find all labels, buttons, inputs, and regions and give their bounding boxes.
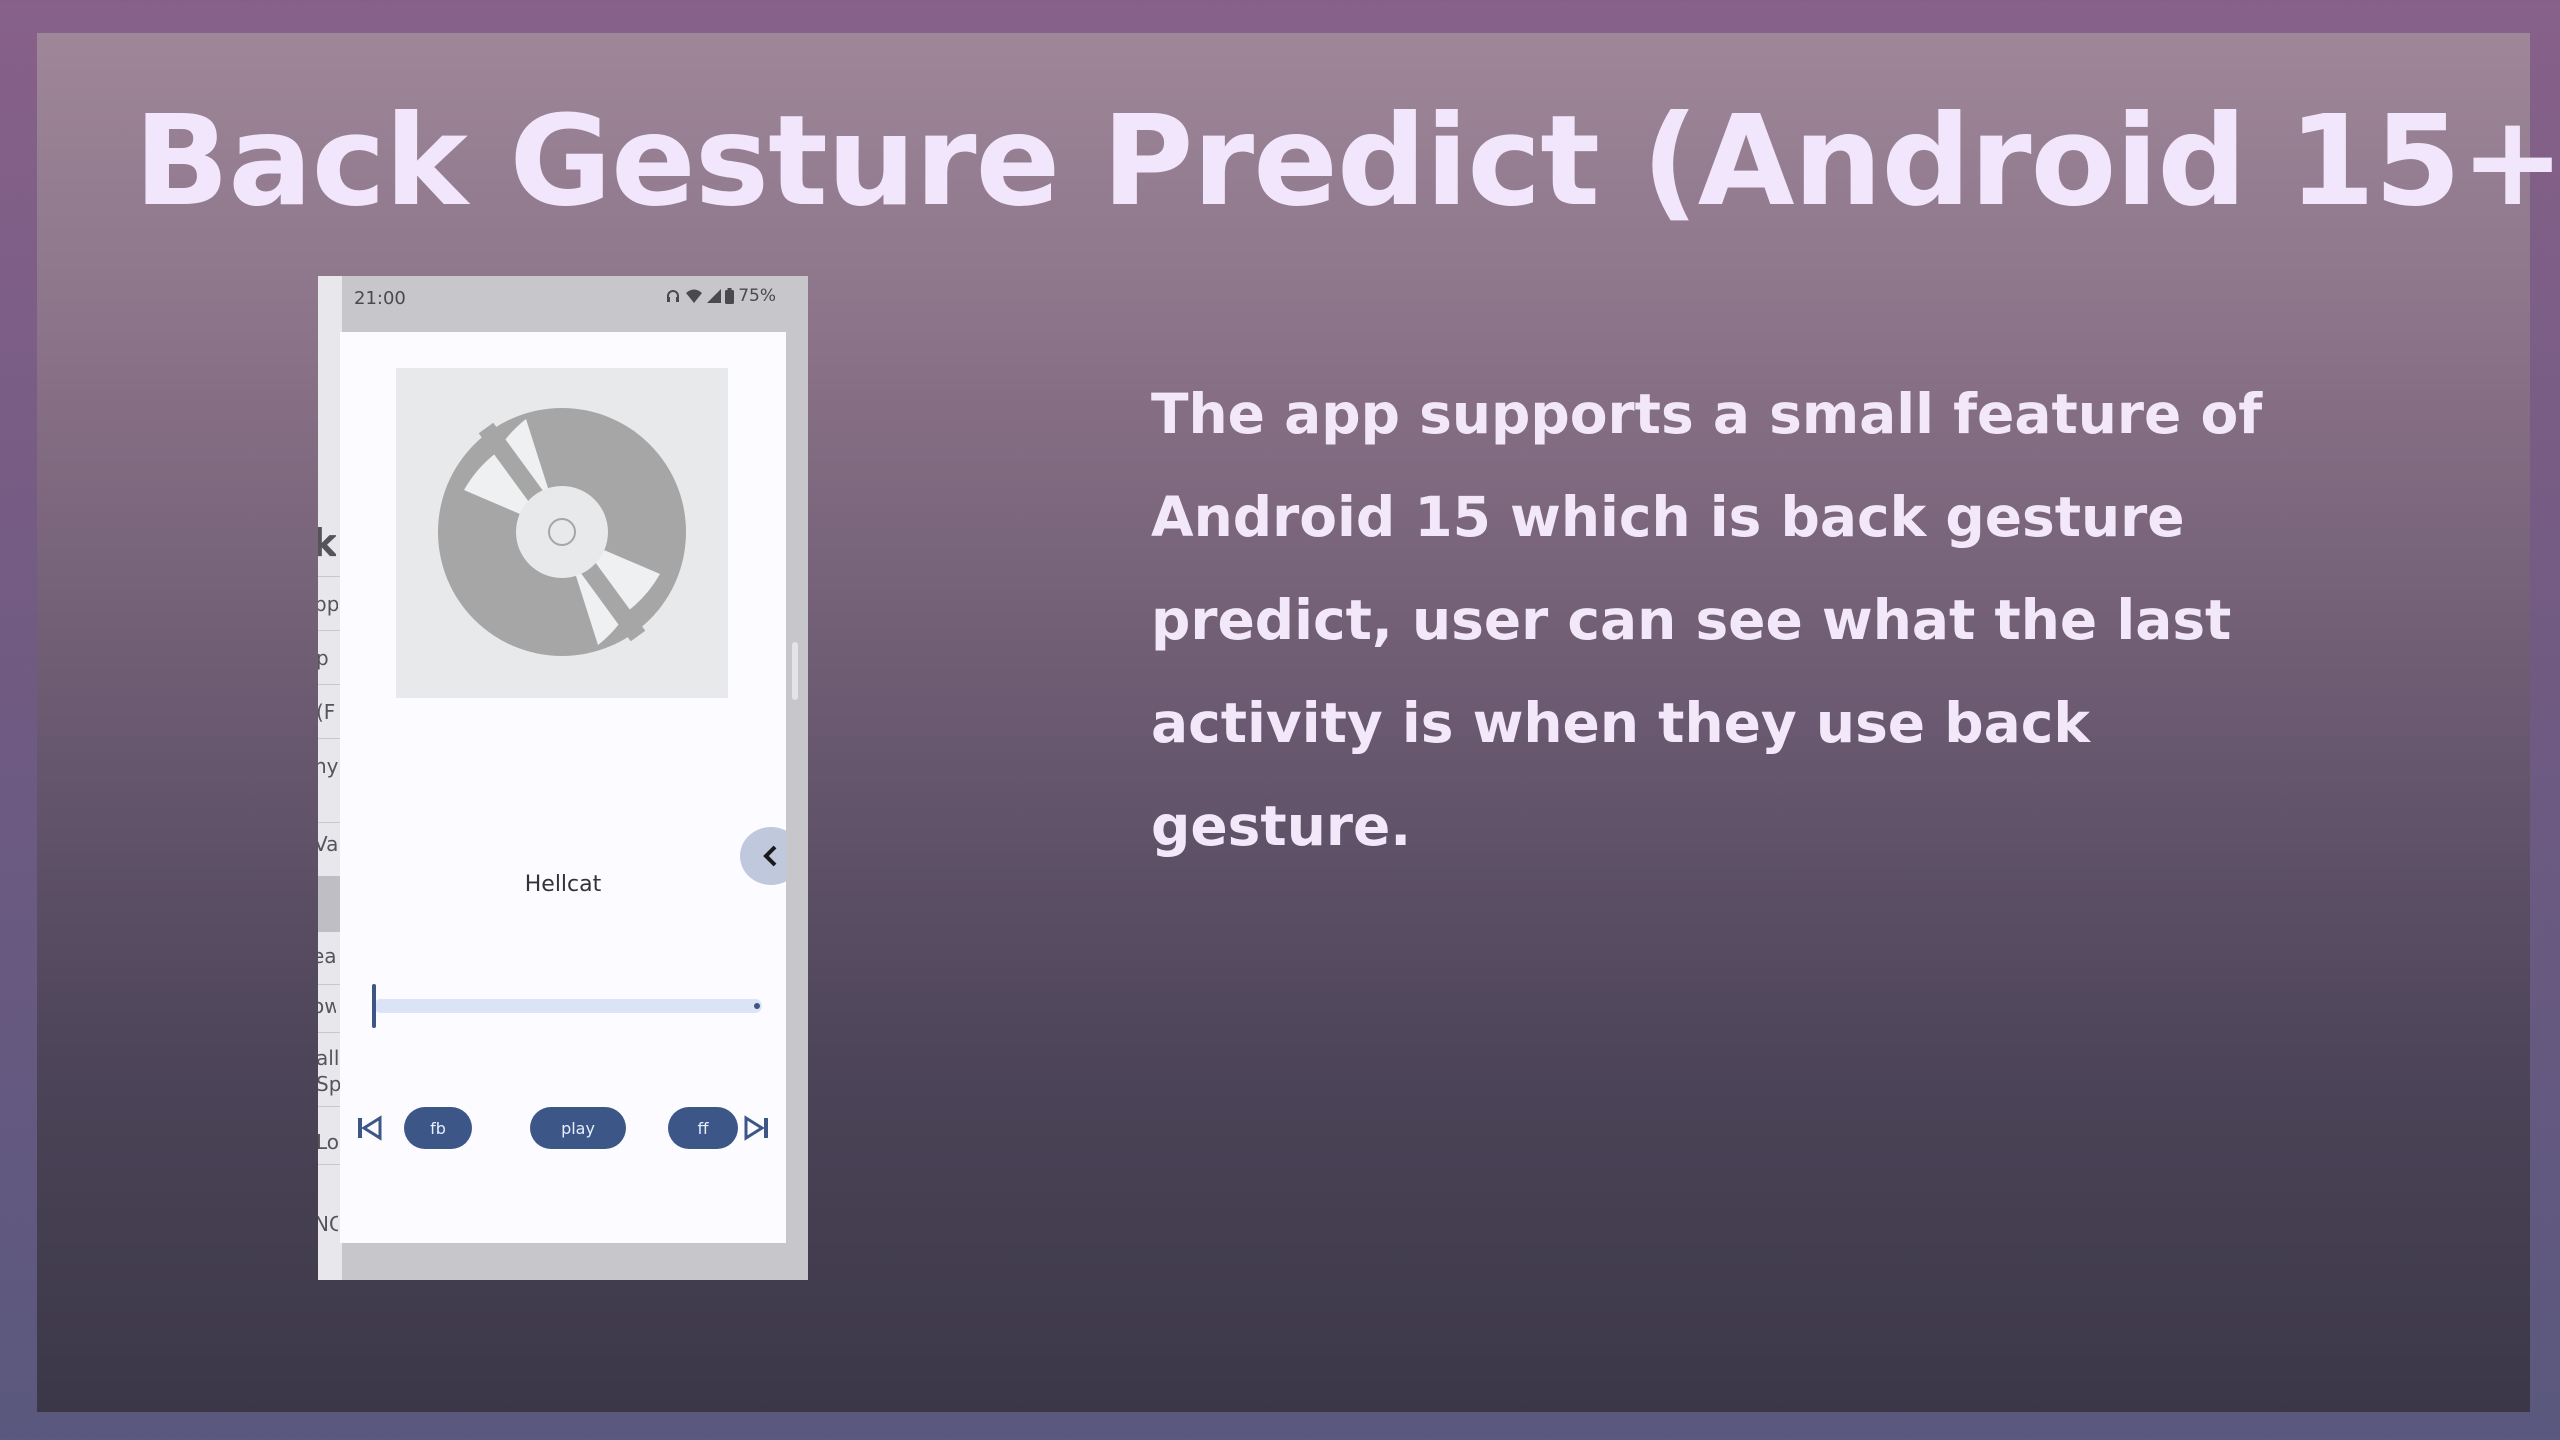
rewind-button[interactable]: fb — [404, 1107, 472, 1149]
seek-bar[interactable] — [374, 999, 762, 1013]
peek-row: ow — [318, 994, 336, 1018]
peek-row: hy — [318, 754, 338, 778]
peek-row: Lo — [318, 1130, 340, 1154]
album-art — [396, 368, 728, 698]
slide-description: The app supports a small feature of Andr… — [1151, 382, 2263, 858]
battery-icon — [725, 288, 735, 304]
battery-level: 75% — [738, 286, 776, 306]
peek-divider — [318, 1106, 340, 1107]
chevron-left-icon — [763, 845, 777, 867]
signal-icon — [707, 289, 722, 303]
status-icons: 75% — [665, 286, 776, 306]
peek-row: pp — [318, 592, 338, 616]
peek-row: Val — [318, 832, 338, 856]
disc-icon — [438, 408, 686, 656]
peek-row: (F — [318, 700, 336, 724]
peek-divider — [318, 684, 340, 685]
peek-divider — [318, 738, 340, 739]
skip-previous-icon[interactable] — [354, 1112, 386, 1144]
peek-row: Sp — [318, 1072, 340, 1096]
wifi-icon — [686, 289, 703, 303]
skip-next-icon[interactable] — [740, 1112, 772, 1144]
status-time: 21:00 — [354, 288, 406, 309]
status-bar: 21:00 75% — [318, 276, 808, 332]
player-activity: Hellcat fb play ff — [340, 332, 786, 1243]
seek-end-dot — [754, 1003, 760, 1009]
peek-highlight-row — [318, 876, 342, 932]
peek-divider — [318, 630, 340, 631]
peek-row: ku — [318, 521, 336, 565]
play-button[interactable]: play — [530, 1107, 626, 1149]
phone-screenshot: 21:00 75% ku pp p (F hy Val eat ow — [318, 276, 808, 1280]
peek-divider — [318, 984, 340, 985]
peek-divider — [318, 1032, 340, 1033]
peek-row: all — [318, 1046, 340, 1070]
slide: Back Gesture Predict (Android 15+) 21:00… — [37, 33, 2560, 1412]
previous-activity-peek: ku pp p (F hy Val eat ow all Sp Lo NC — [318, 276, 342, 1280]
track-title: Hellcat — [524, 872, 602, 897]
edge-scroll-indicator — [792, 642, 798, 700]
peek-divider — [318, 576, 340, 577]
seek-thumb[interactable] — [372, 984, 376, 1028]
peek-row: p — [318, 646, 329, 670]
slide-title: Back Gesture Predict (Android 15+) — [134, 89, 2560, 234]
peek-divider — [318, 1164, 340, 1165]
peek-row: eat — [318, 944, 336, 968]
peek-row: NC — [318, 1212, 338, 1236]
headphones-icon — [667, 290, 680, 302]
fast-forward-button[interactable]: ff — [668, 1107, 738, 1149]
peek-divider — [318, 822, 340, 823]
